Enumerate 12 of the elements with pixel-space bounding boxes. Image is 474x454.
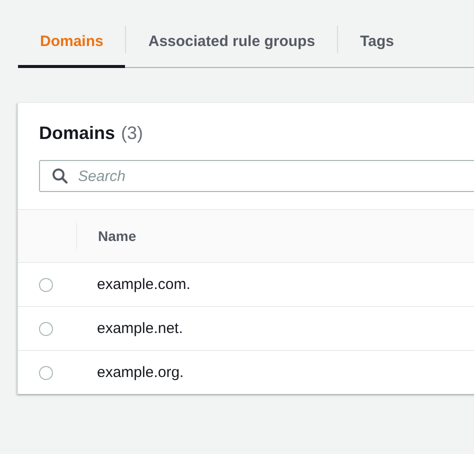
radio-button[interactable] bbox=[39, 366, 53, 380]
radio-button[interactable] bbox=[39, 322, 53, 336]
search-field[interactable]: Search bbox=[39, 160, 474, 192]
column-header[interactable]: Name bbox=[98, 228, 136, 244]
table-cell: example.com. bbox=[97, 276, 190, 293]
table-cell: example.org. bbox=[97, 364, 184, 381]
table-cell: example.net. bbox=[97, 320, 183, 337]
tab[interactable]: Associated rule groups bbox=[126, 18, 338, 68]
panel-title: Domains bbox=[39, 123, 116, 144]
domain-count: (3) bbox=[121, 123, 144, 144]
radio-button[interactable] bbox=[39, 278, 53, 292]
tab[interactable]: Tags bbox=[338, 18, 416, 68]
